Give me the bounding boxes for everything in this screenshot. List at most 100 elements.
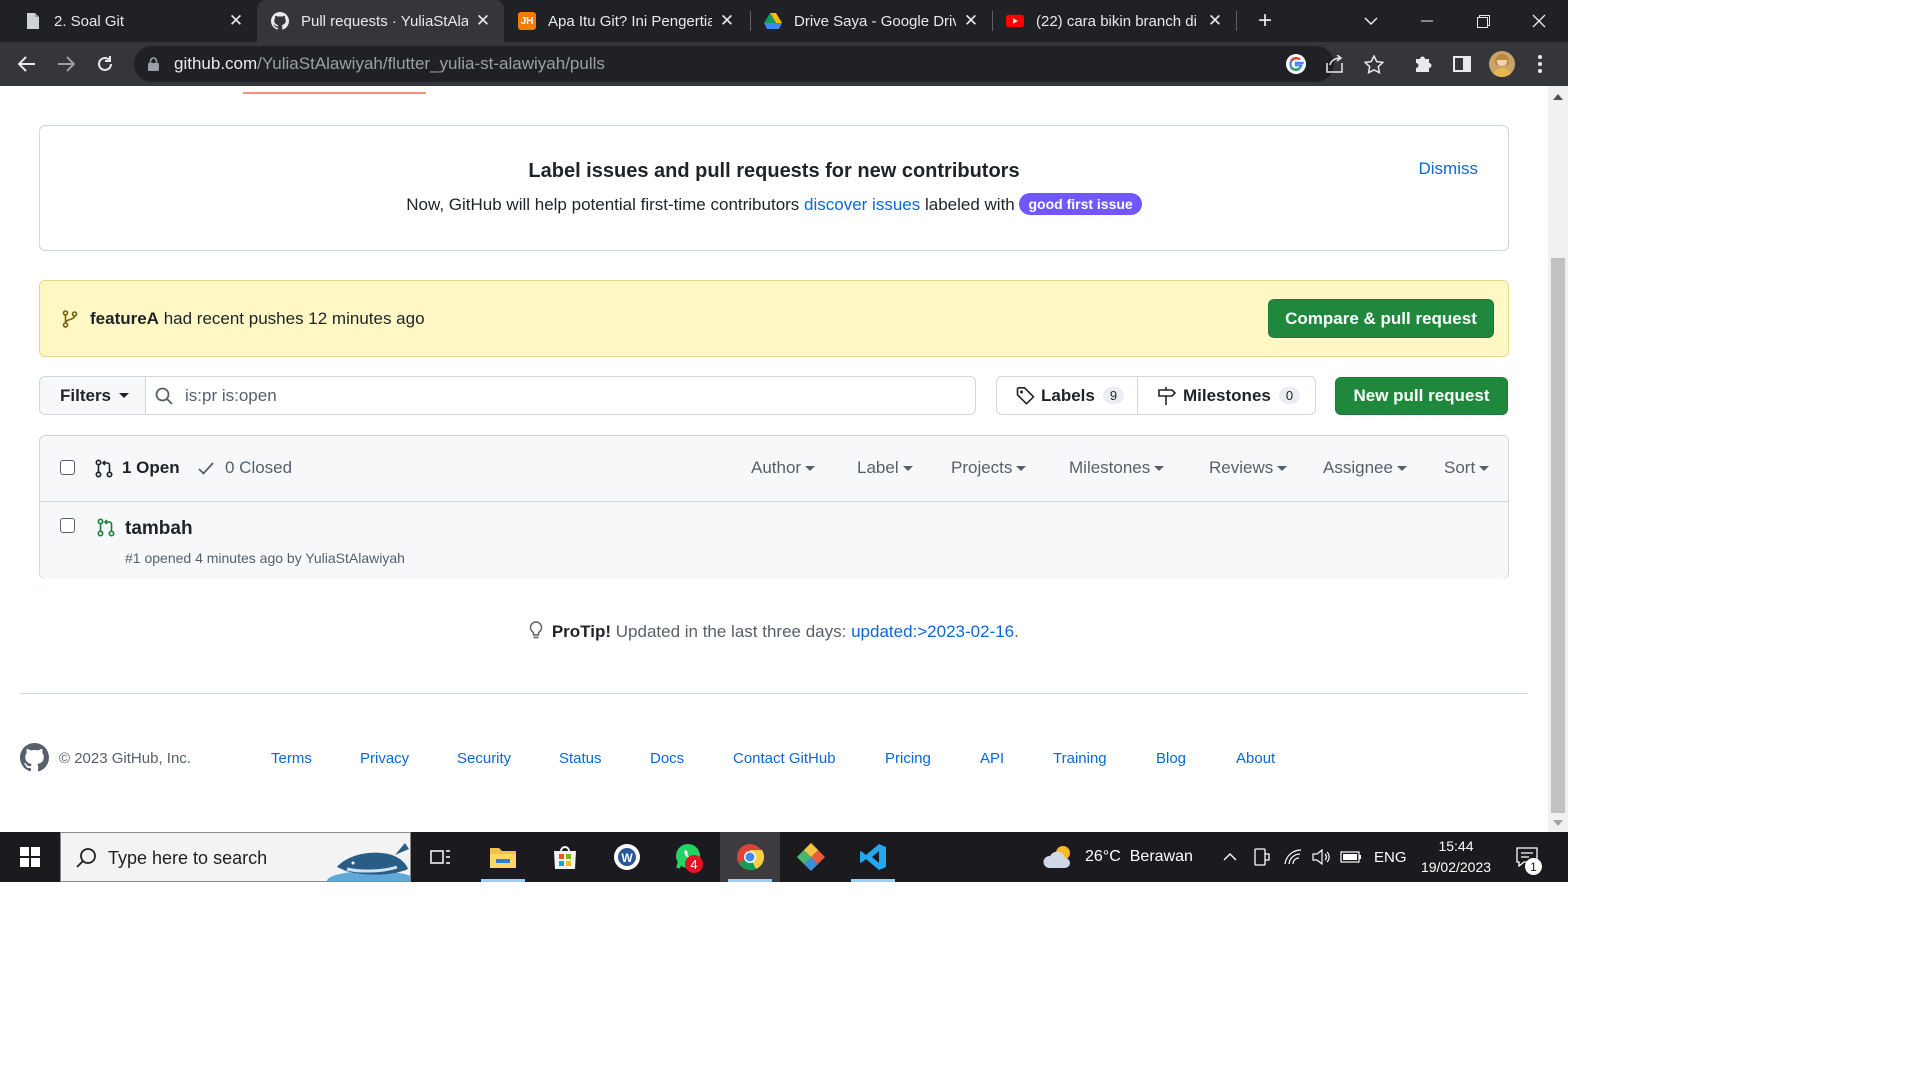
taskbar-search-box[interactable]: Type here to search bbox=[60, 832, 411, 882]
banner-text: Now, GitHub will help potential first-ti… bbox=[40, 193, 1508, 215]
profile-avatar[interactable] bbox=[1489, 51, 1515, 77]
browser-tab-youtube[interactable]: (22) cara bikin branch di v ✕ bbox=[994, 0, 1234, 42]
bookmark-button[interactable] bbox=[1362, 52, 1386, 76]
windows-taskbar: Type here to search W 4 26°C Berawan ENG… bbox=[0, 832, 1568, 882]
share-button[interactable] bbox=[1323, 52, 1347, 76]
new-tab-button[interactable]: + bbox=[1240, 0, 1290, 42]
footer-link-docs[interactable]: Docs bbox=[650, 750, 684, 767]
footer-link-security[interactable]: Security bbox=[457, 750, 511, 767]
footer-link-privacy[interactable]: Privacy bbox=[360, 750, 409, 767]
whatsapp-button[interactable]: 4 bbox=[659, 832, 719, 882]
branch-name[interactable]: featureA bbox=[90, 309, 159, 328]
scroll-down-icon[interactable] bbox=[1553, 820, 1563, 826]
assignee-filter-label: Assignee bbox=[1323, 458, 1393, 477]
projects-filter[interactable]: Projects bbox=[951, 458, 1027, 478]
browser-tab-pull-requests[interactable]: Pull requests · YuliaStAlaw ✕ bbox=[257, 0, 504, 42]
new-pull-request-button[interactable]: New pull request bbox=[1335, 377, 1508, 415]
word-button[interactable]: W bbox=[597, 832, 657, 882]
git-app-button[interactable] bbox=[781, 832, 841, 882]
select-all-checkbox[interactable] bbox=[60, 460, 75, 475]
reload-icon bbox=[98, 56, 112, 71]
footer-link-status[interactable]: Status bbox=[559, 750, 602, 767]
restore-button[interactable] bbox=[1458, 0, 1508, 42]
footer-link-terms[interactable]: Terms bbox=[271, 750, 312, 767]
clock-button[interactable]: 15:44 19/02/2023 bbox=[1416, 832, 1496, 882]
footer-link-training[interactable]: Training bbox=[1053, 750, 1107, 767]
footer-link-about[interactable]: About bbox=[1236, 750, 1275, 767]
reviews-filter[interactable]: Reviews bbox=[1209, 458, 1288, 478]
speaker-icon bbox=[1312, 849, 1330, 865]
footer-link-contact[interactable]: Contact GitHub bbox=[733, 750, 836, 767]
closed-prs-tab[interactable]: 0 Closed bbox=[198, 458, 292, 478]
tab-label: Drive Saya - Google Drive bbox=[794, 12, 956, 30]
microsoft-store-button[interactable] bbox=[535, 832, 595, 882]
dismiss-button[interactable]: Dismiss bbox=[1419, 159, 1479, 179]
url-text[interactable]: github.com/YuliaStAlawiyah/flutter_yulia… bbox=[174, 54, 605, 74]
caret-down-icon bbox=[1479, 466, 1490, 472]
language-indicator[interactable]: ENG bbox=[1374, 832, 1407, 882]
task-view-button[interactable] bbox=[411, 832, 471, 882]
assignee-filter[interactable]: Assignee bbox=[1323, 458, 1407, 478]
discover-issues-link[interactable]: discover issues bbox=[804, 195, 920, 214]
scroll-up-icon[interactable] bbox=[1553, 94, 1563, 100]
close-icon[interactable]: ✕ bbox=[718, 11, 736, 31]
tray-device-icon-button[interactable] bbox=[1254, 832, 1270, 882]
milestones-button[interactable]: Milestones 0 bbox=[1157, 377, 1301, 414]
footer-link-blog[interactable]: Blog bbox=[1156, 750, 1186, 767]
tag-icon bbox=[1016, 387, 1035, 405]
side-panel-button[interactable] bbox=[1450, 52, 1474, 76]
author-filter[interactable]: Author bbox=[751, 458, 816, 478]
volume-button[interactable] bbox=[1312, 832, 1330, 882]
network-button[interactable] bbox=[1284, 832, 1302, 882]
footer-link-api[interactable]: API bbox=[980, 750, 1004, 767]
url-path: /YuliaStAlawiyah/flutter_yulia-st-alawiy… bbox=[257, 54, 605, 73]
protip-end: . bbox=[1014, 622, 1019, 641]
extensions-button[interactable] bbox=[1411, 52, 1435, 76]
protip-link[interactable]: updated:>2023-02-16 bbox=[851, 622, 1014, 641]
scrollbar-thumb[interactable] bbox=[1551, 258, 1565, 813]
address-bar[interactable]: github.com/YuliaStAlawiyah/flutter_yulia… bbox=[134, 46, 1334, 82]
close-icon[interactable]: ✕ bbox=[1206, 11, 1224, 31]
close-icon[interactable]: ✕ bbox=[474, 11, 492, 31]
back-button[interactable] bbox=[13, 50, 41, 78]
close-icon[interactable]: ✕ bbox=[227, 11, 245, 31]
label-filter-label: Label bbox=[857, 458, 899, 477]
running-indicator bbox=[851, 879, 895, 882]
browser-tab-google-drive[interactable]: Drive Saya - Google Drive ✕ bbox=[752, 0, 990, 42]
tab-search-button[interactable] bbox=[1346, 0, 1396, 42]
close-window-button[interactable] bbox=[1514, 0, 1564, 42]
pr-title-link[interactable]: tambah bbox=[125, 518, 193, 540]
file-explorer-button[interactable] bbox=[473, 832, 533, 882]
pr-search-input[interactable] bbox=[185, 386, 885, 406]
chrome-menu-button[interactable] bbox=[1528, 52, 1552, 76]
github-logo-icon[interactable] bbox=[20, 743, 49, 777]
battery-button[interactable] bbox=[1340, 832, 1362, 882]
google-lens-button[interactable] bbox=[1284, 52, 1308, 76]
minimize-button[interactable] bbox=[1402, 0, 1452, 42]
compare-pull-request-button[interactable]: Compare & pull request bbox=[1268, 299, 1494, 338]
vscode-button[interactable] bbox=[843, 832, 903, 882]
sort-filter[interactable]: Sort bbox=[1444, 458, 1490, 478]
cloudy-weather-icon bbox=[1043, 846, 1070, 868]
browser-tab-soal-git[interactable]: 2. Soal Git ✕ bbox=[10, 0, 255, 42]
label-filter[interactable]: Label bbox=[857, 458, 913, 478]
good-first-issue-badge[interactable]: good first issue bbox=[1019, 193, 1142, 215]
show-hidden-icons-button[interactable] bbox=[1223, 832, 1237, 882]
footer-link-pricing[interactable]: Pricing bbox=[885, 750, 931, 767]
close-icon[interactable]: ✕ bbox=[962, 11, 980, 31]
start-button[interactable] bbox=[0, 832, 60, 882]
tab-label: 2. Soal Git bbox=[54, 12, 125, 30]
forward-button[interactable] bbox=[52, 50, 80, 78]
chrome-taskbar-button[interactable] bbox=[720, 832, 780, 882]
browser-tab-apa-itu-git[interactable]: JH Apa Itu Git? Ini Pengertian ✕ bbox=[506, 0, 746, 42]
open-prs-tab[interactable]: 1 Open bbox=[95, 458, 180, 478]
action-center-button[interactable]: 1 bbox=[1516, 832, 1542, 882]
page-scrollbar[interactable] bbox=[1548, 86, 1568, 832]
milestones-filter[interactable]: Milestones bbox=[1069, 458, 1165, 478]
labels-button[interactable]: Labels 9 bbox=[1016, 377, 1138, 414]
pr-select-checkbox[interactable] bbox=[60, 518, 75, 533]
reload-button[interactable] bbox=[91, 50, 119, 78]
filters-dropdown[interactable]: Filters bbox=[40, 377, 146, 414]
weather-widget[interactable]: 26°C Berawan bbox=[1043, 832, 1193, 882]
filters-label: Filters bbox=[60, 385, 112, 405]
